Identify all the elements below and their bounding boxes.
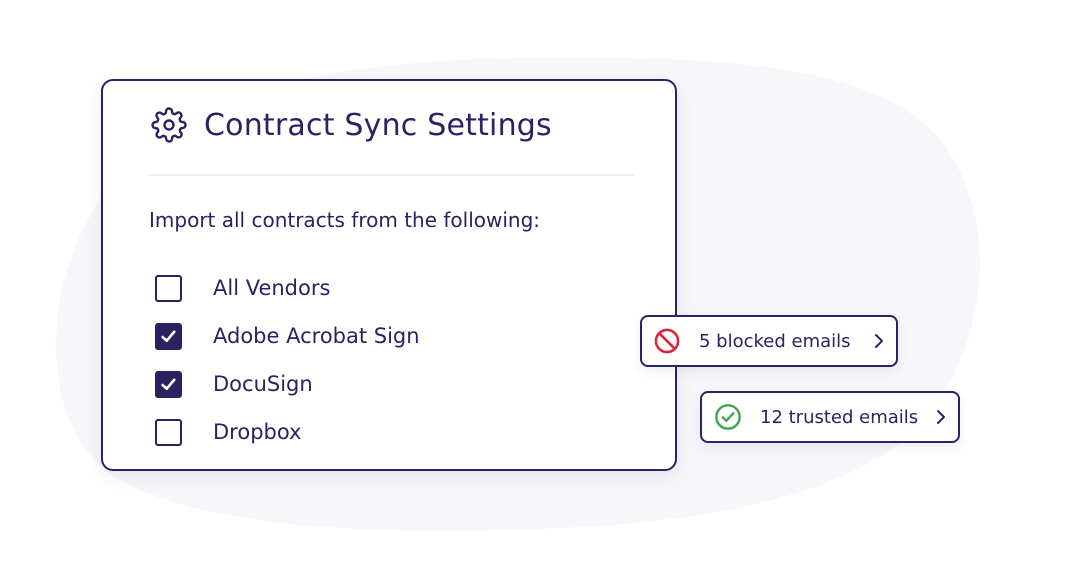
- blocked-emails-label: 5 blocked emails: [699, 330, 851, 352]
- checkbox-all-vendors[interactable]: [155, 274, 182, 302]
- option-docusign[interactable]: DocuSign: [155, 369, 313, 399]
- check-circle-icon: [715, 404, 741, 430]
- chevron-right-icon: [875, 334, 883, 348]
- checkbox-dropbox[interactable]: [155, 418, 182, 446]
- checkbox-docusign[interactable]: [155, 370, 182, 398]
- option-adobe-acrobat-sign[interactable]: Adobe Acrobat Sign: [155, 321, 420, 351]
- option-label-dropbox: Dropbox: [213, 420, 302, 444]
- stage: Contract Sync Settings Import all contra…: [0, 0, 1070, 580]
- checkbox-adobe-acrobat-sign[interactable]: [155, 322, 182, 350]
- header-divider: [148, 174, 634, 176]
- checkmark-icon: [161, 329, 176, 342]
- trusted-emails-button[interactable]: 12 trusted emails: [700, 391, 960, 443]
- blocked-emails-button[interactable]: 5 blocked emails: [640, 315, 898, 367]
- blocked-icon: [654, 328, 680, 354]
- chevron-right-icon: [937, 410, 945, 424]
- gear-icon[interactable]: [151, 107, 187, 143]
- option-label-adobe-acrobat-sign: Adobe Acrobat Sign: [213, 324, 420, 348]
- settings-title: Contract Sync Settings: [204, 107, 552, 143]
- option-dropbox[interactable]: Dropbox: [155, 417, 301, 447]
- checkmark-icon: [161, 377, 176, 390]
- import-instructions: Import all contracts from the following:: [149, 208, 541, 232]
- option-all-vendors[interactable]: All Vendors: [155, 273, 330, 303]
- contract-sync-settings-card: Contract Sync Settings Import all contra…: [101, 79, 677, 471]
- card-header: Contract Sync Settings: [151, 105, 552, 145]
- option-label-docusign: DocuSign: [213, 372, 313, 396]
- option-label-all-vendors: All Vendors: [213, 276, 331, 300]
- trusted-emails-label: 12 trusted emails: [760, 406, 919, 428]
